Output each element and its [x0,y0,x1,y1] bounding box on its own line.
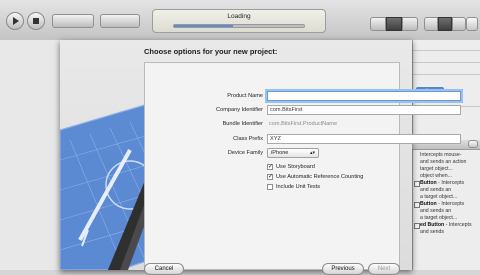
library-item[interactable]: and sends an [420,208,478,215]
toolbar: Loading [0,0,480,41]
stop-button[interactable] [27,12,45,30]
library-item-description: target object... [420,166,453,172]
library-item-description: - Intercepts [444,222,472,228]
grid-view-button[interactable] [468,140,478,148]
library-item-description: - Intercepts [436,180,465,186]
include-unit-tests-checkbox[interactable] [267,184,273,190]
use-storyboard-checkbox[interactable]: ✓ [267,164,273,170]
divider [413,50,480,51]
library-item-description: a target object... [420,194,458,200]
use-arc-label: Use Automatic Reference Counting [276,174,364,180]
library-item-description: a target object... [420,215,458,221]
popup-arrows-icon: ▴▾ [309,150,315,156]
device-family-label: Device Family [227,150,263,156]
use-storyboard-label: Use Storyboard [276,164,315,170]
library-item-description: and sends [420,229,444,235]
library-item[interactable]: Button - Intercepts [420,180,478,187]
library-item[interactable]: and sends an [420,187,478,194]
progress-fill [174,25,233,27]
activity-view: Loading [152,9,326,33]
bundle-identifier-label: Bundle Identifier [222,121,263,127]
company-identifier-label: Company Identifier [216,107,263,113]
organizer-button[interactable] [466,17,478,31]
sheet-title: Choose options for your new project: [144,47,278,56]
library-item-description: and sends an [420,208,452,214]
library-item[interactable]: Button - Intercepts [420,201,478,208]
library-item-title: Button [420,201,437,207]
navigator-toggle-button[interactable] [424,17,438,31]
library-item-description: object when... [420,173,453,179]
editor-version-button[interactable] [402,17,418,31]
device-family-value: iPhone [271,150,289,156]
library-item[interactable]: ed Button - Intercepts [420,222,478,229]
library-item-description: Intercepts mouse- [420,152,462,158]
editor-assistant-button[interactable] [386,17,402,31]
company-identifier-field[interactable]: com.BitsFirst [267,105,461,115]
play-icon [13,17,19,25]
bundle-identifier-value: com.BitsFirst.ProductName [269,121,338,127]
divider [413,62,480,63]
new-project-sheet: Choose options for your new project: Pro… [60,40,461,275]
options-form: Product Name Company Identifier com.Bits… [144,62,461,270]
use-arc-checkbox[interactable]: ✓ [267,174,273,180]
library-item[interactable]: object when... [420,173,478,180]
stop-icon [33,18,39,24]
product-name-label: Product Name [227,93,263,99]
library-item-description: - Intercepts [436,201,465,207]
previous-button[interactable]: Previous [322,263,364,275]
library-item-description: and sends an [420,187,452,193]
editor-standard-button[interactable] [370,17,386,31]
status-text: Loading [227,13,251,20]
library-item-title: Button [420,180,437,186]
library-item[interactable]: a target object... [420,215,478,222]
library-item[interactable]: and sends [420,229,478,236]
product-name-field[interactable] [267,91,461,101]
include-unit-tests-label: Include Unit Tests [276,184,321,190]
run-button[interactable] [6,12,24,30]
scheme-popup[interactable] [52,14,94,28]
library-item-title: ed Button [420,222,445,228]
library-item[interactable]: and sends an action [420,159,478,166]
debug-toggle-button[interactable] [438,17,452,31]
library-item[interactable]: target object... [420,166,478,173]
navigator-pane [0,40,61,270]
next-button[interactable]: Next [368,263,400,275]
library-item[interactable]: Intercepts mouse- [420,152,478,159]
cancel-button[interactable]: Cancel [144,263,184,275]
destination-popup[interactable] [100,14,140,28]
library-item-description: and sends an action [420,159,467,165]
class-prefix-field[interactable]: XYZ [267,134,461,144]
progress-bar [173,24,305,28]
class-prefix-label: Class Prefix [233,136,263,142]
utilities-toggle-button[interactable] [452,17,466,31]
library-item[interactable]: a target object... [420,194,478,201]
divider [413,74,480,75]
device-family-select[interactable]: iPhone ▴▾ [267,148,319,158]
